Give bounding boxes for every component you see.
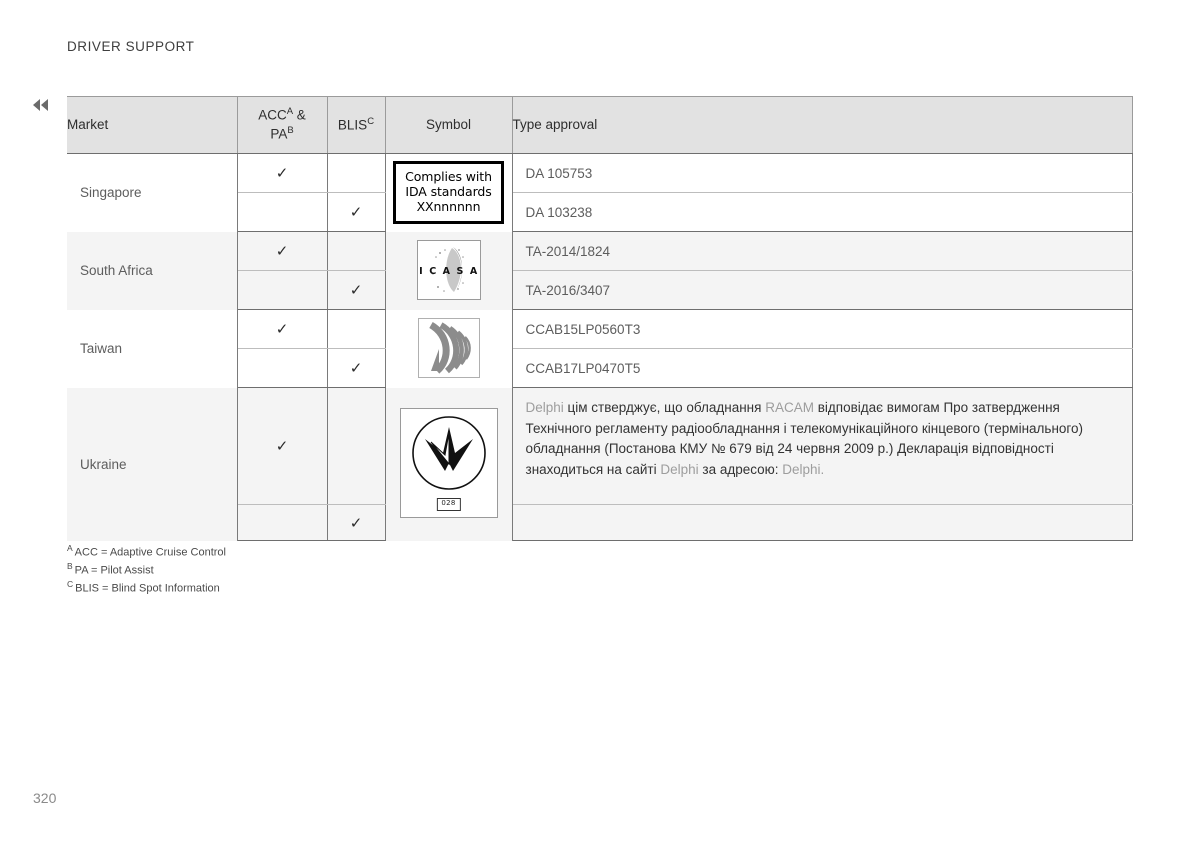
cell-market: Singapore — [67, 153, 238, 232]
cell-type-approval: Delphi цім стверджує, що обладнання RACA… — [512, 387, 1133, 505]
cell-blis-check — [327, 309, 386, 349]
blis-footnote-marker: C — [367, 115, 375, 127]
cell-type-approval — [512, 504, 1133, 541]
cell-acc-pa-check — [237, 504, 328, 541]
column-header-blis: BLISC — [327, 96, 386, 154]
cell-symbol: Complies with IDA standards XXnnnnnn — [385, 153, 513, 232]
cell-market: Taiwan — [67, 309, 238, 388]
cell-symbol: I C A S A — [385, 231, 513, 310]
type-approval-table-wrapper: Market ACCA & PAB BLISC Symbol Type appr… — [67, 96, 1133, 541]
chevron-left-icon-part2 — [41, 99, 48, 111]
cell-symbol — [385, 309, 513, 388]
ua-text-part-5: Delphi — [660, 461, 699, 477]
footnote-marker: C — [67, 578, 74, 589]
chevron-left-icon-part1 — [33, 99, 40, 111]
cell-blis-check — [327, 387, 386, 505]
acc-label: ACC — [258, 107, 287, 123]
cell-type-approval: TA-2014/1824 — [512, 231, 1133, 271]
ua-text-part-1: Delphi — [525, 400, 564, 415]
ua-text-part-2: цім стверджує, що обладнання — [563, 400, 766, 415]
ua-text-part-6: за адресою: — [698, 461, 783, 477]
type-approval-table: Market ACCA & PAB BLISC Symbol Type appr… — [67, 96, 1133, 541]
table-body: Singapore ✓ Complies with IDA standards … — [67, 153, 1133, 541]
blis-label: BLIS — [337, 117, 368, 133]
ida-line-1: Complies with — [405, 169, 492, 185]
cell-type-approval: CCAB15LP0560T3 — [512, 309, 1133, 349]
cell-type-approval: CCAB17LP0470T5 — [512, 348, 1133, 388]
cell-acc-pa-check: ✓ — [237, 231, 328, 271]
footnote-item: C BLIS = Blind Spot Information — [67, 579, 226, 597]
double-chevron-left-icon[interactable] — [33, 96, 55, 114]
footnote-text: ACC = Adaptive Cruise Control — [74, 546, 226, 559]
ncc-taiwan-logo-icon — [417, 317, 480, 378]
ida-line-3: XXnnnnnn — [416, 198, 481, 214]
pa-footnote-marker: B — [287, 125, 294, 136]
cell-acc-pa-check — [237, 270, 328, 310]
icasa-logo-icon: I C A S A — [416, 239, 481, 300]
table-row: South Africa ✓ I C A S A TA-2014/1824 — [67, 231, 1133, 310]
cell-acc-pa-check: ✓ — [237, 309, 328, 349]
acc-pa-amp: & — [293, 107, 306, 123]
cell-market: South Africa — [67, 231, 238, 310]
cell-blis-check — [327, 231, 386, 271]
footnote-item: A ACC = Adaptive Cruise Control — [67, 543, 226, 561]
footnote-marker: B — [67, 560, 73, 571]
cell-acc-pa-check: ✓ — [237, 153, 328, 193]
table-row: Taiwan ✓ CCAB15LP0560T3 — [67, 309, 1133, 388]
cell-type-approval: DA 105753 — [512, 153, 1133, 193]
cell-blis-check: ✓ — [327, 192, 386, 232]
page-number: 320 — [33, 790, 57, 806]
pa-label: PA — [270, 126, 288, 142]
column-header-type-approval: Type approval — [512, 96, 1133, 154]
column-header-acc-pa: ACCA & PAB — [237, 96, 328, 154]
cell-blis-check: ✓ — [327, 270, 386, 310]
ukrsepro-conformity-mark-icon: 028 — [399, 407, 498, 518]
cell-acc-pa-check — [237, 192, 328, 232]
column-header-market: Market — [67, 96, 238, 154]
cell-symbol: 028 — [385, 387, 513, 541]
ida-compliance-mark-icon: Complies with IDA standards XXnnnnnn — [393, 161, 504, 225]
cell-type-approval: DA 103238 — [512, 192, 1133, 232]
footnote-marker: A — [67, 543, 73, 553]
table-row: Ukraine ✓ 028 Delphi цім стверджує, що о… — [67, 387, 1133, 541]
cell-acc-pa-check: ✓ — [237, 387, 328, 505]
cell-blis-check: ✓ — [327, 504, 386, 541]
cell-type-approval: TA-2016/3407 — [512, 270, 1133, 310]
footnote-text: BLIS = Blind Spot Information — [75, 582, 220, 595]
table-header-row: Market ACCA & PAB BLISC Symbol Type appr… — [67, 96, 1133, 154]
cell-market: Ukraine — [67, 387, 238, 541]
cell-blis-check — [327, 153, 386, 193]
ua-text-part-3: RACAM — [765, 400, 814, 415]
cell-acc-pa-check — [237, 348, 328, 388]
ida-line-2: IDA standards — [405, 183, 492, 199]
footnote-item: B PA = Pilot Assist — [67, 561, 226, 579]
cell-blis-check: ✓ — [327, 348, 386, 388]
column-header-symbol: Symbol — [385, 96, 513, 154]
footnote-text: PA = Pilot Assist — [74, 564, 154, 577]
ukrsepro-code: 028 — [436, 498, 461, 511]
footnotes: A ACC = Adaptive Cruise Control B PA = Pil… — [67, 543, 226, 596]
table-header: Market ACCA & PAB BLISC Symbol Type appr… — [67, 96, 1133, 154]
ua-text-part-7: Delphi. — [782, 461, 825, 477]
svg-text:I C A S A: I C A S A — [419, 266, 479, 277]
page-title: DRIVER SUPPORT — [67, 39, 195, 54]
table-row: Singapore ✓ Complies with IDA standards … — [67, 153, 1133, 232]
